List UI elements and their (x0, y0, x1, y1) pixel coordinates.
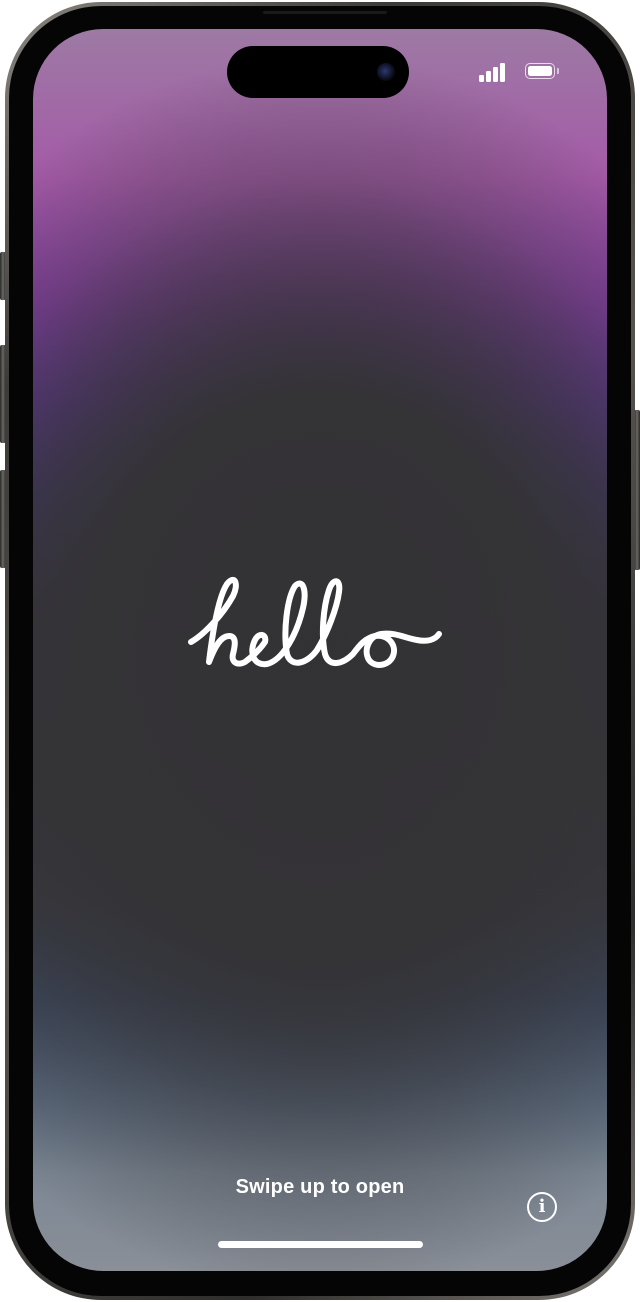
dynamic-island (227, 46, 409, 98)
speaker-grille (263, 11, 387, 14)
hello-script-lettering (188, 577, 442, 668)
phone-frame: Swipe up to open i (5, 2, 635, 1300)
hello-greeting (183, 574, 463, 684)
home-indicator[interactable] (218, 1241, 423, 1248)
battery-cap (557, 68, 559, 74)
info-button[interactable]: i (527, 1192, 557, 1222)
front-camera-icon (377, 63, 395, 81)
battery-icon (525, 63, 561, 81)
signal-bar (493, 67, 498, 82)
battery-level-fill (528, 66, 552, 76)
signal-bar (500, 63, 505, 82)
signal-bar (486, 71, 491, 82)
battery-body (525, 63, 555, 79)
cellular-signal-icon (479, 62, 509, 82)
lock-screen[interactable]: Swipe up to open i (33, 29, 607, 1271)
signal-bar (479, 75, 484, 82)
hello-stroke (188, 577, 442, 668)
phone-bezel: Swipe up to open i (9, 6, 631, 1296)
info-icon: i (538, 1196, 546, 1217)
swipe-up-label[interactable]: Swipe up to open (33, 1176, 607, 1199)
